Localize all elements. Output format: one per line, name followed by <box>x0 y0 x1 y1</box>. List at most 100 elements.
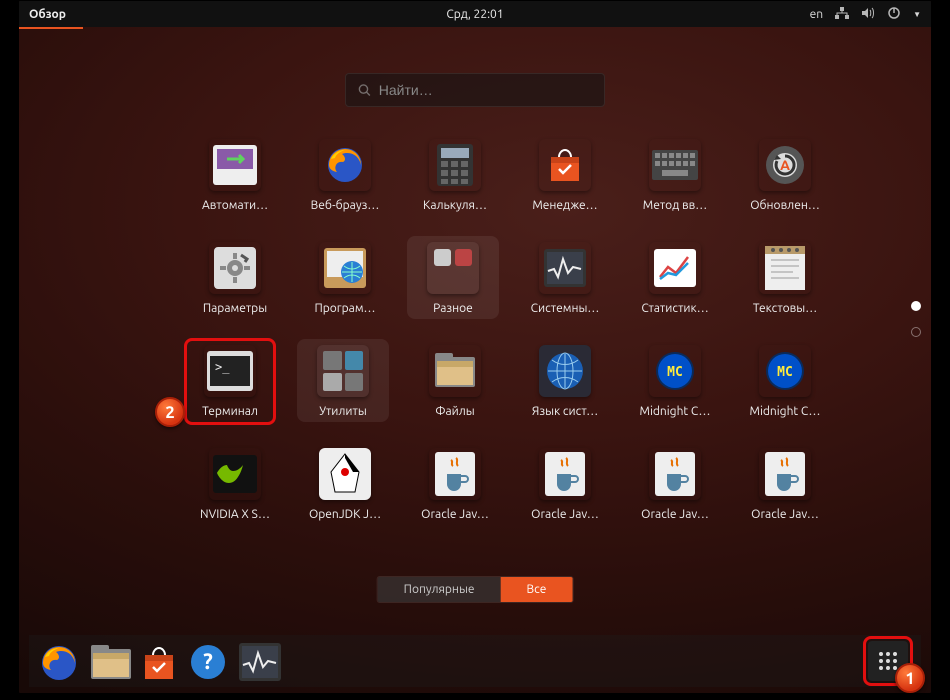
app-label: Разное <box>433 302 473 315</box>
power-icon[interactable] <box>887 6 901 23</box>
app-label: Oracle Jav… <box>641 508 709 521</box>
software-sources-icon <box>319 242 371 294</box>
oracle-java-2-icon <box>539 448 591 500</box>
app-label: Midnight C… <box>750 405 821 418</box>
top-bar: Обзор Срд, 22:01 en ▼ <box>19 1 931 27</box>
app-oracle-java-3[interactable]: Oracle Jav… <box>629 448 721 521</box>
volume-icon[interactable] <box>861 7 875 22</box>
app-openjdk[interactable]: OpenJDK J… <box>299 448 391 521</box>
app-statistics[interactable]: Статистик… <box>629 242 721 315</box>
app-oracle-java-1[interactable]: Oracle Jav… <box>409 448 501 521</box>
dock-help[interactable]: ? <box>187 641 227 681</box>
app-label: Калькуля… <box>423 199 487 212</box>
app-label: Обновлен… <box>750 199 820 212</box>
svg-text:MC: MC <box>667 365 683 380</box>
app-label: Статистик… <box>641 302 708 315</box>
nvidia-settings-icon <box>209 448 261 500</box>
app-files[interactable]: Файлы <box>409 345 501 418</box>
search-input[interactable] <box>379 82 592 98</box>
grid-filter-toggle: Популярные Все <box>377 576 574 603</box>
app-software-sources[interactable]: Програм… <box>299 242 391 315</box>
app-oracle-java-4[interactable]: Oracle Jav… <box>739 448 831 521</box>
input-method-icon <box>649 139 701 191</box>
toggle-frequent[interactable]: Популярные <box>378 577 501 602</box>
firefox-icon <box>39 643 75 679</box>
svg-text:A: A <box>780 157 790 173</box>
utilities-folder-icon <box>317 345 369 397</box>
help-icon: ? <box>189 643 225 679</box>
language-icon <box>539 345 591 397</box>
annotation-badge-2: 2 <box>155 397 185 427</box>
app-label: Програм… <box>314 302 375 315</box>
app-label: OpenJDK J… <box>309 508 381 521</box>
terminal-icon: >_ <box>204 345 256 397</box>
app-label: Веб-брауз… <box>311 199 380 212</box>
page-indicator[interactable] <box>911 301 921 337</box>
app-automation[interactable]: Автомати… <box>189 139 281 212</box>
misc-folder-icon <box>427 242 479 294</box>
page-dot-1[interactable] <box>911 301 921 311</box>
toggle-all[interactable]: Все <box>501 577 573 602</box>
software-manager-icon <box>539 139 591 191</box>
automation-icon <box>209 139 261 191</box>
app-oracle-java-2[interactable]: Oracle Jav… <box>519 448 611 521</box>
oracle-java-1-icon <box>429 448 481 500</box>
app-calculator[interactable]: Калькуля… <box>409 139 501 212</box>
activities-button[interactable]: Обзор <box>29 8 66 21</box>
ubuntu-software-icon <box>139 643 175 679</box>
dock-firefox[interactable] <box>37 641 77 681</box>
files-icon <box>89 643 125 679</box>
app-settings[interactable]: Параметры <box>189 242 281 315</box>
app-system-monitor[interactable]: Системны… <box>519 242 611 315</box>
oracle-java-4-icon <box>759 448 811 500</box>
app-label: Утилиты <box>319 405 367 418</box>
application-grid: Автомати… Веб-брауз… Калькуля… Менедже… Мето… <box>189 139 791 521</box>
search-icon <box>358 83 371 97</box>
app-midnight-commander[interactable]: MCMidnight C… <box>629 345 721 418</box>
app-label: Файлы <box>435 405 474 418</box>
software-updater-icon: A <box>759 139 811 191</box>
app-web-browser[interactable]: Веб-брауз… <box>299 139 391 212</box>
activities-underline <box>19 27 83 29</box>
midnight-commander-icon: MC <box>649 345 701 397</box>
clock[interactable]: Срд, 22:01 <box>446 8 503 21</box>
app-label: Менедже… <box>532 199 597 212</box>
app-input-method[interactable]: Метод вв… <box>629 139 721 212</box>
search-field[interactable] <box>345 73 605 107</box>
app-label: Oracle Jav… <box>531 508 599 521</box>
app-terminal[interactable]: >_ Терминал <box>184 338 276 425</box>
page-dot-2[interactable] <box>911 327 921 337</box>
app-language[interactable]: Язык сист… <box>519 345 611 418</box>
app-label: Терминал <box>202 405 258 418</box>
midnight-commander-alt-icon: MC <box>759 345 811 397</box>
svg-text:>_: >_ <box>215 360 230 374</box>
app-label: Oracle Jav… <box>421 508 489 521</box>
app-label: Метод вв… <box>643 199 707 212</box>
app-midnight-commander-alt[interactable]: MC Midnight C… <box>739 345 831 418</box>
calculator-icon <box>429 139 481 191</box>
app-label: Текстовы… <box>753 302 817 315</box>
dock-files[interactable] <box>87 641 127 681</box>
openjdk-icon <box>319 448 371 500</box>
app-misc-folder[interactable]: Разное <box>407 236 499 319</box>
app-nvidia-settings[interactable]: NVIDIA X S… <box>189 448 281 521</box>
network-icon[interactable] <box>835 7 849 22</box>
app-label: Автомати… <box>202 199 268 212</box>
app-label: NVIDIA X S… <box>200 508 270 521</box>
app-software-manager[interactable]: Менедже… <box>519 139 611 212</box>
dock-ubuntu-software[interactable] <box>137 641 177 681</box>
chevron-down-icon[interactable]: ▼ <box>913 10 921 19</box>
settings-icon <box>209 242 261 294</box>
dock-system-monitor[interactable] <box>237 641 277 681</box>
app-software-updater[interactable]: A Обновлен… <box>739 139 831 212</box>
text-editor-icon <box>759 242 811 294</box>
statistics-icon <box>649 242 701 294</box>
keyboard-layout-indicator[interactable]: en <box>810 8 823 21</box>
app-label: Oracle Jav… <box>751 508 819 521</box>
app-label: Параметры <box>203 302 267 315</box>
dock: ? <box>29 635 921 687</box>
app-label: Системны… <box>531 302 600 315</box>
system-monitor-icon <box>539 242 591 294</box>
app-text-editor[interactable]: Текстовы… <box>739 242 831 315</box>
app-utilities-folder[interactable]: Утилиты <box>297 339 389 422</box>
